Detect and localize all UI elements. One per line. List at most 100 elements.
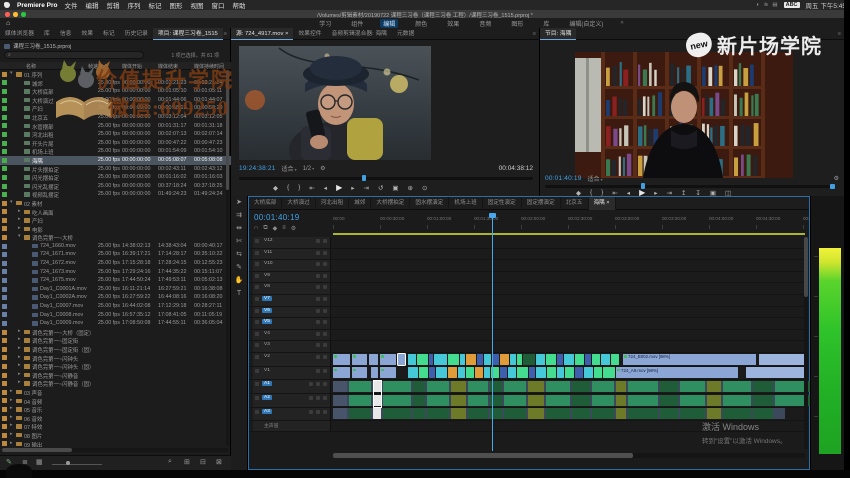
timeline-clip[interactable] — [458, 367, 465, 378]
menu-视图[interactable]: 视图 — [190, 0, 203, 10]
track-lock-icon[interactable] — [255, 285, 259, 289]
timeline-clip[interactable] — [427, 395, 449, 406]
timeline-clip[interactable] — [628, 395, 658, 406]
timeline-clip[interactable] — [398, 354, 405, 365]
menu-编辑[interactable]: 编辑 — [85, 0, 98, 10]
bin-row[interactable]: ▸08 图片 — [0, 431, 231, 440]
bin-row[interactable]: ▸04 音频 — [0, 397, 231, 406]
mute-solo-icon[interactable] — [323, 410, 327, 414]
panel-menu-icon[interactable]: ≡ — [224, 31, 227, 37]
add-marker-button[interactable]: ◆ — [273, 184, 278, 192]
track-name-V9[interactable]: V9 — [262, 273, 272, 278]
program-fit-dropdown[interactable]: 适合 — [588, 174, 603, 183]
timeline-clip[interactable] — [373, 408, 381, 419]
track-lane-V7[interactable] — [333, 295, 805, 306]
timeline-clip[interactable] — [723, 408, 751, 419]
track-header-V12[interactable]: V12 — [253, 237, 331, 248]
track-header-V6[interactable]: V6 — [253, 307, 331, 318]
home-icon[interactable]: ⌂ — [6, 20, 10, 27]
project-item-row[interactable]: 片头摆拍定25.00 fps00:00:00:0000:02:43:1100:0… — [0, 165, 231, 174]
timeline-clip[interactable] — [753, 408, 773, 419]
bin-row[interactable]: ▸调色完第一~大桥（固定） — [0, 328, 231, 337]
wrench-icon[interactable]: ⚙ — [291, 225, 296, 232]
timeline-clip[interactable] — [616, 395, 626, 406]
bin-row[interactable]: ▸调色完第一~固定街 — [0, 336, 231, 345]
track-lane-V9[interactable] — [333, 272, 805, 283]
project-item-row[interactable]: 724_1660.mov25.00 fps14:38:02:1314:38:43… — [0, 242, 231, 251]
timeline-clip[interactable] — [557, 354, 563, 365]
track-name-V8[interactable]: V8 — [262, 284, 272, 289]
mute-solo-icon[interactable] — [316, 396, 320, 400]
track-lock-icon[interactable] — [255, 309, 259, 313]
timeline-clip[interactable] — [628, 408, 658, 419]
timeline-clip[interactable] — [466, 354, 476, 365]
thumbnail-view-icon[interactable]: ▦ — [36, 458, 43, 466]
project-panel-tab[interactable]: 媒体浏览器 — [0, 28, 39, 40]
timeline-clip[interactable] — [594, 367, 602, 378]
sequence-tab[interactable]: 城郊 — [349, 197, 371, 210]
zoom-slider-knob[interactable] — [66, 461, 70, 465]
track-visibility-icon[interactable] — [323, 239, 327, 243]
bin-breadcrumb[interactable]: 课程三习卷_1515.prproj — [4, 42, 71, 50]
timeline-clip[interactable] — [383, 395, 411, 406]
track-name-V2[interactable]: V2 — [262, 354, 272, 359]
bin-row[interactable]: ▾02 素材 — [0, 199, 231, 208]
track-lane-V12[interactable] — [333, 237, 805, 248]
source-resolution-dropdown[interactable]: 1/2 — [303, 166, 314, 172]
track-header-V1[interactable]: V1 — [253, 367, 331, 380]
ripple-edit-tool[interactable]: ⇹ — [231, 222, 247, 235]
caret-down-icon[interactable]: ▾ — [10, 70, 13, 76]
track-name-V11[interactable]: V11 — [262, 250, 274, 255]
track-header-V3[interactable]: V3 — [253, 341, 331, 352]
timeline-clip[interactable] — [380, 354, 396, 365]
track-lane-V2[interactable]: 724_B002.mov [98%] — [333, 353, 805, 366]
project-horizontal-scroll-thumb[interactable] — [2, 448, 72, 452]
track-header-A1[interactable]: A1 — [253, 380, 331, 393]
timeline-clip[interactable] — [546, 408, 570, 419]
mute-solo-icon[interactable] — [323, 396, 327, 400]
track-name-V1[interactable]: V1 — [262, 368, 272, 373]
timeline-clip[interactable] — [451, 381, 466, 393]
sequence-tab[interactable]: 河北出租 — [316, 197, 349, 210]
project-panel-tab[interactable]: 标记 — [98, 28, 120, 40]
timeline-clip[interactable] — [616, 408, 626, 419]
track-visibility-icon[interactable] — [323, 251, 327, 255]
timeline-clip[interactable] — [628, 381, 658, 393]
timeline-clip[interactable] — [546, 354, 556, 365]
track-visibility-icon[interactable] — [316, 332, 320, 336]
timeline-clip[interactable] — [592, 354, 600, 365]
track-select-tool[interactable]: ⇉ — [231, 209, 247, 222]
timeline-clip[interactable] — [575, 354, 584, 365]
panel-menu-icon[interactable]: ≡ — [533, 31, 536, 37]
mute-solo-icon[interactable] — [316, 382, 320, 386]
timeline-clip[interactable] — [371, 367, 378, 378]
bin-row[interactable]: ▸产妇 — [0, 216, 231, 225]
track-header-V5[interactable]: V5 — [253, 318, 331, 329]
timeline-clip[interactable] — [547, 367, 556, 378]
track-lock-icon[interactable] — [255, 297, 259, 301]
menu-文件[interactable]: 文件 — [64, 0, 77, 10]
go-to-in-button[interactable]: ⇤ — [309, 184, 314, 192]
project-item-row[interactable]: Day1_C0007.mov25.00 fps16:44:02:0817:12:… — [0, 302, 231, 311]
caret-down-icon[interactable]: ▾ — [10, 199, 13, 205]
track-lane-A1[interactable] — [333, 380, 805, 393]
sequence-tab[interactable]: 固定性演定 — [483, 197, 522, 210]
track-name-V10[interactable]: V10 — [262, 261, 275, 266]
timeline-clip[interactable] — [575, 367, 583, 378]
timeline-clip[interactable] — [349, 408, 371, 419]
sequence-tab[interactable]: 大桥演过 — [282, 197, 315, 210]
project-item-row[interactable]: 开头片尾25.00 fps00:00:00:0000:00:47:2200:00… — [0, 139, 231, 148]
mark-in-button[interactable]: { — [590, 189, 592, 196]
track-visibility-icon[interactable] — [323, 369, 327, 373]
timeline-clip[interactable] — [408, 354, 416, 365]
timeline-clip[interactable] — [492, 354, 499, 365]
caret-right-icon[interactable]: ▸ — [10, 431, 13, 437]
caret-right-icon[interactable]: ▸ — [18, 208, 21, 214]
workspace-overflow-icon[interactable]: » — [620, 20, 623, 26]
timeline-clip[interactable] — [484, 367, 490, 378]
source-video-frame[interactable] — [239, 46, 431, 160]
linked-selection-icon[interactable]: ⧉ — [263, 225, 267, 232]
track-name-A1[interactable]: A1 — [262, 381, 272, 386]
timeline-horizontal-scroll-thumb[interactable] — [333, 453, 633, 458]
track-name-V4[interactable]: V4 — [262, 331, 272, 336]
